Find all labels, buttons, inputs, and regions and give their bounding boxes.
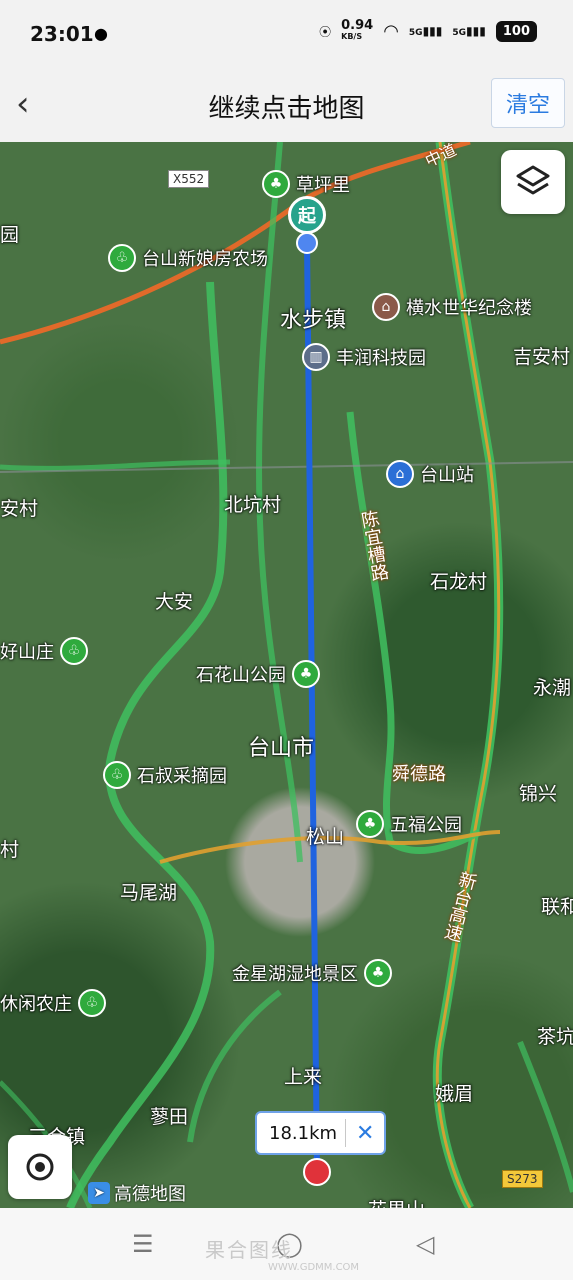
road-label-shunde: 舜德路 <box>392 764 446 785</box>
battery-indicator: 100 <box>495 20 537 42</box>
poi-xinniang[interactable]: ♧ 台山新娘房农场 <box>108 244 268 272</box>
poi-label: 丰润科技园 <box>336 348 426 369</box>
place-daan: 大安 <box>155 591 194 613</box>
start-pin[interactable]: 起 <box>288 196 326 234</box>
poi-edge-4[interactable]: 好山庄 ♧ <box>0 637 88 665</box>
train-station-icon: ⌂ <box>386 460 414 488</box>
network-speed: 0.94 KB/S <box>341 18 374 42</box>
location-icon: ⦿ <box>319 24 332 39</box>
place-huaguo: 花果山 <box>368 1195 425 1208</box>
fruit-icon: ♧ <box>60 637 88 665</box>
clear-button[interactable]: 清空 <box>491 78 565 128</box>
tree-icon: ♣ <box>292 660 320 688</box>
poi-edge-5[interactable]: 休闲农庄 ♧ <box>0 989 106 1017</box>
end-point-marker[interactable] <box>303 1158 331 1186</box>
amap-plane-icon: ➤ <box>88 1182 110 1204</box>
building-icon: ▥ <box>302 343 330 371</box>
place-liaotian: 蓼田 <box>150 1106 189 1128</box>
fruit-icon: ♧ <box>78 989 106 1017</box>
tree-icon: ♣ <box>364 959 392 987</box>
poi-label: 金星湖湿地景区 <box>232 964 358 985</box>
back-triangle-icon[interactable]: ◁ <box>416 1230 434 1258</box>
menu-icon[interactable]: ☰ <box>132 1230 154 1258</box>
signal-1-label: 5G <box>408 28 423 38</box>
distance-value: 18.1km <box>269 1122 338 1144</box>
poi-jinxinghu[interactable]: 金星湖湿地景区 ♣ <box>232 959 392 987</box>
status-bar: 23:01 ● ⦿ 0.94 KB/S ◠ 5G▮▮▮ 5G▮▮▮ 100 <box>0 0 573 70</box>
place-shilong: 石龙村 <box>430 571 488 593</box>
poi-shihuashan[interactable]: 石花山公园 ♣ <box>196 660 320 688</box>
status-icons: ⦿ 0.94 KB/S ◠ 5G▮▮▮ 5G▮▮▮ 100 <box>319 18 537 42</box>
place-edge-3: 村 <box>0 839 20 861</box>
poi-label: 五福公园 <box>390 815 462 836</box>
page-title: 继续点击地图 <box>208 94 365 124</box>
place-edge-1: 园 <box>0 224 20 246</box>
place-songshan: 松山 <box>306 826 345 848</box>
poi-label: 好山庄 <box>0 642 54 663</box>
status-time: 23:01 <box>30 22 94 46</box>
poi-fengrun[interactable]: ▥ 丰润科技园 <box>302 343 426 371</box>
poi-hengshui[interactable]: ⌂ 横水世华纪念楼 <box>372 293 532 321</box>
place-jian: 吉安村 <box>513 346 571 368</box>
poi-label: 石花山公园 <box>196 665 286 686</box>
signal-1: 5G▮▮▮ <box>408 24 443 38</box>
place-edge-2: 安村 <box>0 498 39 520</box>
poi-label: 石叔采摘园 <box>137 766 227 787</box>
close-icon[interactable]: ✕ <box>346 1121 384 1146</box>
museum-icon: ⌂ <box>372 293 400 321</box>
poi-label: 草坪里 <box>296 175 350 196</box>
poi-label: 台山站 <box>420 465 474 486</box>
place-chakeng: 茶坑 <box>537 1026 573 1048</box>
tree-icon: ♣ <box>262 170 290 198</box>
place-beikeng: 北坑村 <box>224 494 282 516</box>
tree-icon: ♣ <box>356 810 384 838</box>
signal-2-label: 5G <box>452 28 467 38</box>
wifi-icon: ◠ <box>383 20 399 42</box>
place-shuibu: 水步镇 <box>280 308 347 333</box>
signal-2: 5G▮▮▮ <box>452 24 486 38</box>
road-shield-s273: S273 <box>502 1170 543 1188</box>
amap-logo-text: 高德地图 <box>114 1184 186 1205</box>
network-speed-value: 0.94 <box>341 18 374 33</box>
place-maweihu: 马尾湖 <box>120 882 178 904</box>
poi-shishu[interactable]: ♧ 石叔采摘园 <box>103 761 227 789</box>
place-jinxing: 锦兴 <box>519 783 558 805</box>
poi-label: 台山新娘房农场 <box>142 249 268 270</box>
poi-label: 休闲农庄 <box>0 994 72 1015</box>
locate-button[interactable] <box>8 1135 72 1199</box>
header-bar: ‹ 继续点击地图 清空 <box>0 70 573 142</box>
poi-taishanzhan[interactable]: ⌂ 台山站 <box>386 460 474 488</box>
fruit-icon: ♧ <box>108 244 136 272</box>
network-speed-unit: KB/S <box>341 32 363 41</box>
wechat-icon: ● <box>94 24 108 43</box>
fruit-icon: ♧ <box>103 761 131 789</box>
watermark-url: WWW.GDMM.COM <box>268 1262 360 1273</box>
poi-wufu[interactable]: ♣ 五福公园 <box>356 810 462 838</box>
poi-caopingli[interactable]: ♣ 草坪里 <box>262 170 350 198</box>
distance-tooltip: 18.1km ✕ <box>255 1111 387 1155</box>
poi-label: 横水世华纪念楼 <box>406 298 532 319</box>
place-shanglai: 上来 <box>284 1066 323 1088</box>
layers-button[interactable] <box>501 150 565 214</box>
road-shield-x552: X552 <box>168 170 210 188</box>
locate-icon <box>26 1153 54 1181</box>
amap-logo: ➤ 高德地图 <box>88 1180 186 1206</box>
layers-icon <box>516 165 550 195</box>
place-yongchao: 永潮 <box>533 677 572 699</box>
place-taishan: 台山市 <box>248 736 315 761</box>
place-ejin: 娥眉 <box>435 1083 474 1105</box>
map-canvas[interactable]: X552 S273 ♣ 草坪里 ♧ 台山新娘房农场 ⌂ 横水世华纪念楼 ▥ 丰润科技园 … <box>0 142 573 1208</box>
watermark: 果合图线 <box>205 1238 293 1262</box>
place-lianhe: 联和 <box>541 896 573 918</box>
